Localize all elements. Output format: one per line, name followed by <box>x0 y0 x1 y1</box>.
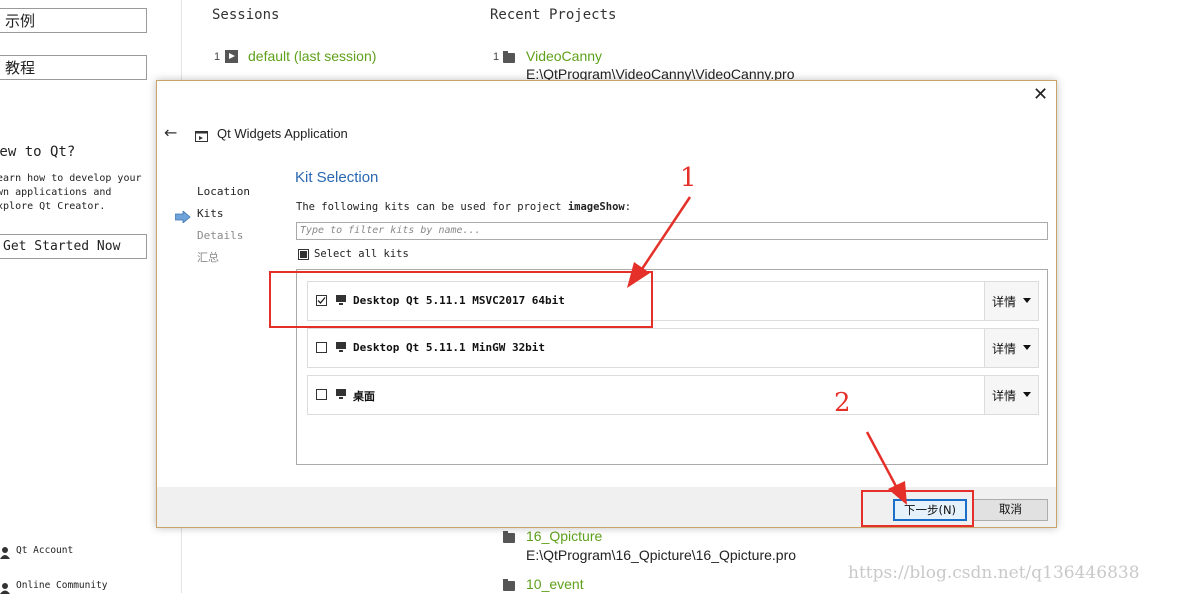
watermark-text: https://blog.csdn.net/q136446838 <box>848 563 1140 583</box>
annotation-arrows <box>627 196 907 505</box>
